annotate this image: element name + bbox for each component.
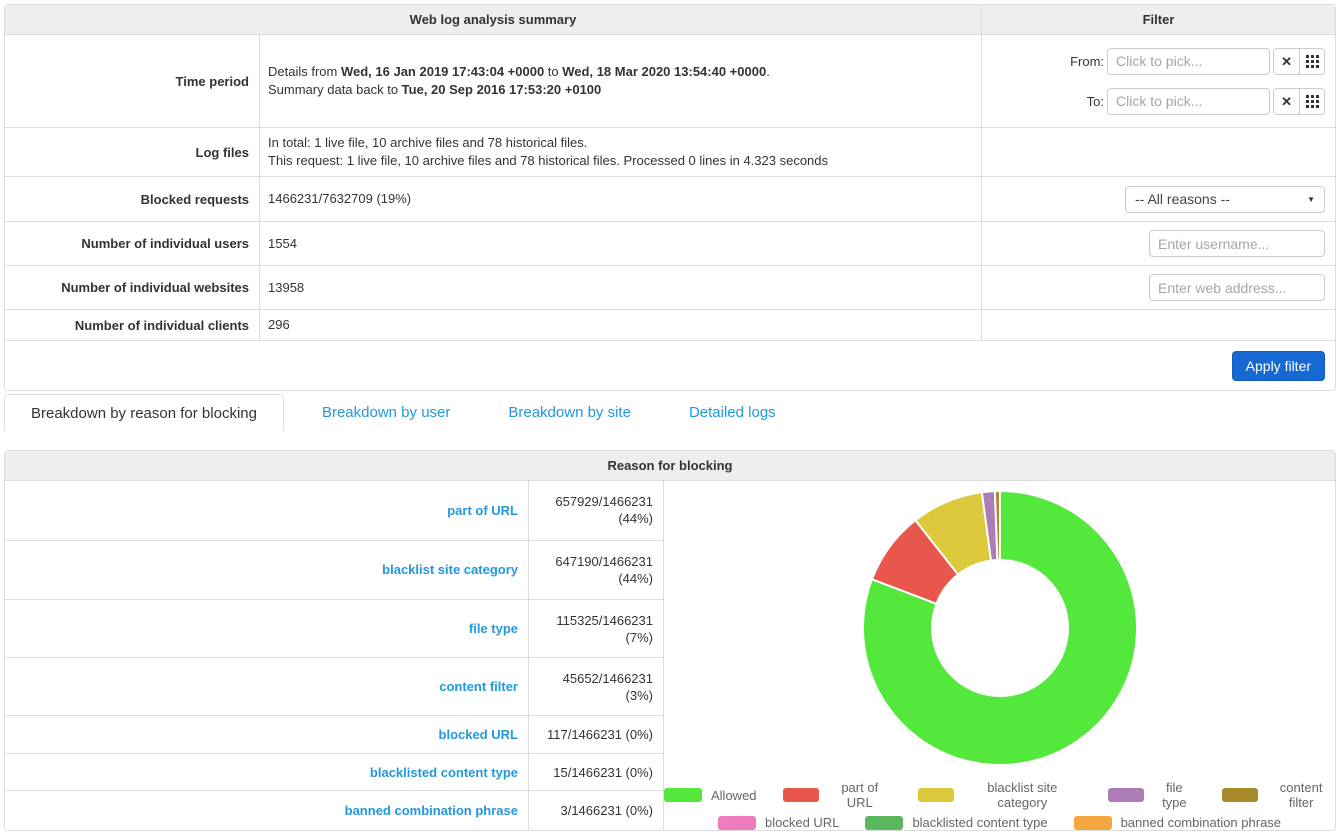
legend-row: Allowed part of URL blacklist site categor… (664, 780, 1335, 810)
filter-to-group: To: ✕ (1087, 88, 1325, 115)
reason-count: 117/1466231 (0%) (528, 715, 663, 753)
reason-count: 115325/1466231 (7%) (528, 599, 663, 658)
summary-panel-title: Web log analysis summary (5, 5, 981, 35)
to-date-input[interactable] (1107, 88, 1270, 115)
reasons-select-value: -- All reasons -- (1135, 191, 1230, 207)
reason-count: 647190/1466231 (44%) (528, 540, 663, 599)
reason-count: 15/1466231 (0%) (528, 753, 663, 791)
reason-link-blacklist-site-category[interactable]: blacklist site category (382, 562, 518, 577)
username-input[interactable] (1149, 230, 1325, 257)
filter-from-group: From: ✕ (1070, 48, 1325, 75)
to-clear-button[interactable]: ✕ (1274, 89, 1299, 114)
log-files-label: Log files (5, 127, 259, 176)
select-caret-icon: ▼ (1307, 195, 1315, 204)
legend-label: blacklist site category (963, 780, 1082, 810)
filter-panel-title: Filter (981, 5, 1335, 35)
from-date-input[interactable] (1107, 48, 1270, 75)
reason-count: 3/1466231 (0%) (528, 790, 663, 830)
websites-label: Number of individual websites (5, 265, 259, 309)
reason-donut-chart (860, 488, 1140, 768)
log-files-value: In total: 1 live file, 10 archive files … (259, 127, 981, 176)
legend-label: Allowed (711, 788, 757, 803)
legend-label: part of URL (828, 780, 892, 810)
legend-swatch-icon (783, 788, 819, 802)
apply-filter-row: Apply filter (5, 340, 1335, 390)
legend-swatch-icon (718, 816, 756, 830)
apply-filter-button[interactable]: Apply filter (1232, 351, 1325, 381)
legend-swatch-icon (1222, 788, 1258, 802)
tab-detailed-logs[interactable]: Detailed logs (669, 394, 796, 431)
filter-date-cell: From: ✕ To: ✕ (981, 35, 1335, 127)
legend-row: blocked URL blacklisted content type banne… (718, 815, 1281, 830)
time-period-label: Time period (5, 35, 259, 127)
page: Web log analysis summary Filter Time per… (0, 0, 1338, 835)
calendar-grid-icon (1306, 55, 1319, 68)
blocked-requests-value: 1466231/7632709 (19%) (259, 176, 981, 221)
breakdown-tabs: Breakdown by reason for blocking Breakdo… (4, 394, 1334, 431)
websites-value: 13958 (259, 265, 981, 309)
time-period-details-line: Details from Wed, 16 Jan 2019 17:43:04 +… (268, 63, 973, 81)
clients-value: 296 (259, 309, 981, 340)
tab-breakdown-by-reason[interactable]: Breakdown by reason for blocking (4, 394, 284, 431)
reasons-select[interactable]: -- All reasons -- ▼ (1125, 186, 1325, 213)
log-files-line1: In total: 1 live file, 10 archive files … (268, 134, 973, 152)
reason-link-banned-combination-phrase[interactable]: banned combination phrase (345, 803, 518, 818)
legend-label: blacklisted content type (912, 815, 1047, 830)
reason-for-blocking-table: Reason for blocking part of URL 657929/1… (4, 450, 1336, 831)
time-period-value: Details from Wed, 16 Jan 2019 17:43:04 +… (259, 35, 981, 127)
legend-label: banned combination phrase (1121, 815, 1281, 830)
legend-item: part of URL (783, 780, 892, 810)
legend-label: content filter (1267, 780, 1335, 810)
summary-back-date: Tue, 20 Sep 2016 17:53:20 +0100 (402, 82, 602, 97)
calendar-grid-icon (1306, 95, 1319, 108)
from-calendar-button[interactable] (1299, 49, 1324, 74)
reason-chart-cell: Allowed part of URL blacklist site categor… (663, 481, 1335, 830)
from-clear-button[interactable]: ✕ (1274, 49, 1299, 74)
filter-empty-cell (981, 127, 1335, 176)
to-calendar-button[interactable] (1299, 89, 1324, 114)
legend-swatch-icon (918, 788, 954, 802)
reason-panel-title: Reason for blocking (5, 451, 1335, 481)
legend-label: file type (1153, 780, 1196, 810)
tab-breakdown-by-site[interactable]: Breakdown by site (488, 394, 651, 431)
reason-link-blocked-url[interactable]: blocked URL (439, 727, 518, 742)
to-date: Wed, 18 Mar 2020 13:54:40 +0000 (562, 64, 766, 79)
legend-item: file type (1108, 780, 1196, 810)
web-address-input[interactable] (1149, 274, 1325, 301)
clear-x-icon: ✕ (1281, 55, 1292, 68)
reason-count: 657929/1466231 (44%) (528, 481, 663, 540)
from-label: From: (1070, 54, 1104, 69)
users-value: 1554 (259, 221, 981, 265)
legend-label: blocked URL (765, 815, 839, 830)
clients-label: Number of individual clients (5, 309, 259, 340)
legend-item: blacklist site category (918, 780, 1082, 810)
time-period-summary-line: Summary data back to Tue, 20 Sep 2016 17… (268, 81, 973, 99)
reason-link-file-type[interactable]: file type (469, 621, 518, 636)
reason-link-part-of-url[interactable]: part of URL (447, 503, 518, 518)
reason-count: 45652/1466231 (3%) (528, 657, 663, 715)
legend-swatch-icon (865, 816, 903, 830)
clear-x-icon: ✕ (1281, 95, 1292, 108)
legend-swatch-icon (664, 788, 702, 802)
web-log-summary-table: Web log analysis summary Filter Time per… (4, 4, 1336, 391)
legend-item: blocked URL (718, 815, 839, 830)
blocked-requests-label: Blocked requests (5, 176, 259, 221)
users-label: Number of individual users (5, 221, 259, 265)
reason-link-blacklisted-content-type[interactable]: blacklisted content type (370, 765, 518, 780)
reason-link-content-filter[interactable]: content filter (439, 679, 518, 694)
log-files-line2: This request: 1 live file, 10 archive fi… (268, 152, 973, 170)
chart-legend: Allowed part of URL blacklist site categor… (664, 780, 1335, 830)
legend-swatch-icon (1074, 816, 1112, 830)
legend-item: blacklisted content type (865, 815, 1047, 830)
legend-item: Allowed (664, 780, 757, 810)
tab-breakdown-by-user[interactable]: Breakdown by user (302, 394, 470, 431)
legend-swatch-icon (1108, 788, 1144, 802)
from-date: Wed, 16 Jan 2019 17:43:04 +0000 (341, 64, 544, 79)
legend-item: banned combination phrase (1074, 815, 1281, 830)
to-label: To: (1087, 94, 1104, 109)
legend-item: content filter (1222, 780, 1335, 810)
